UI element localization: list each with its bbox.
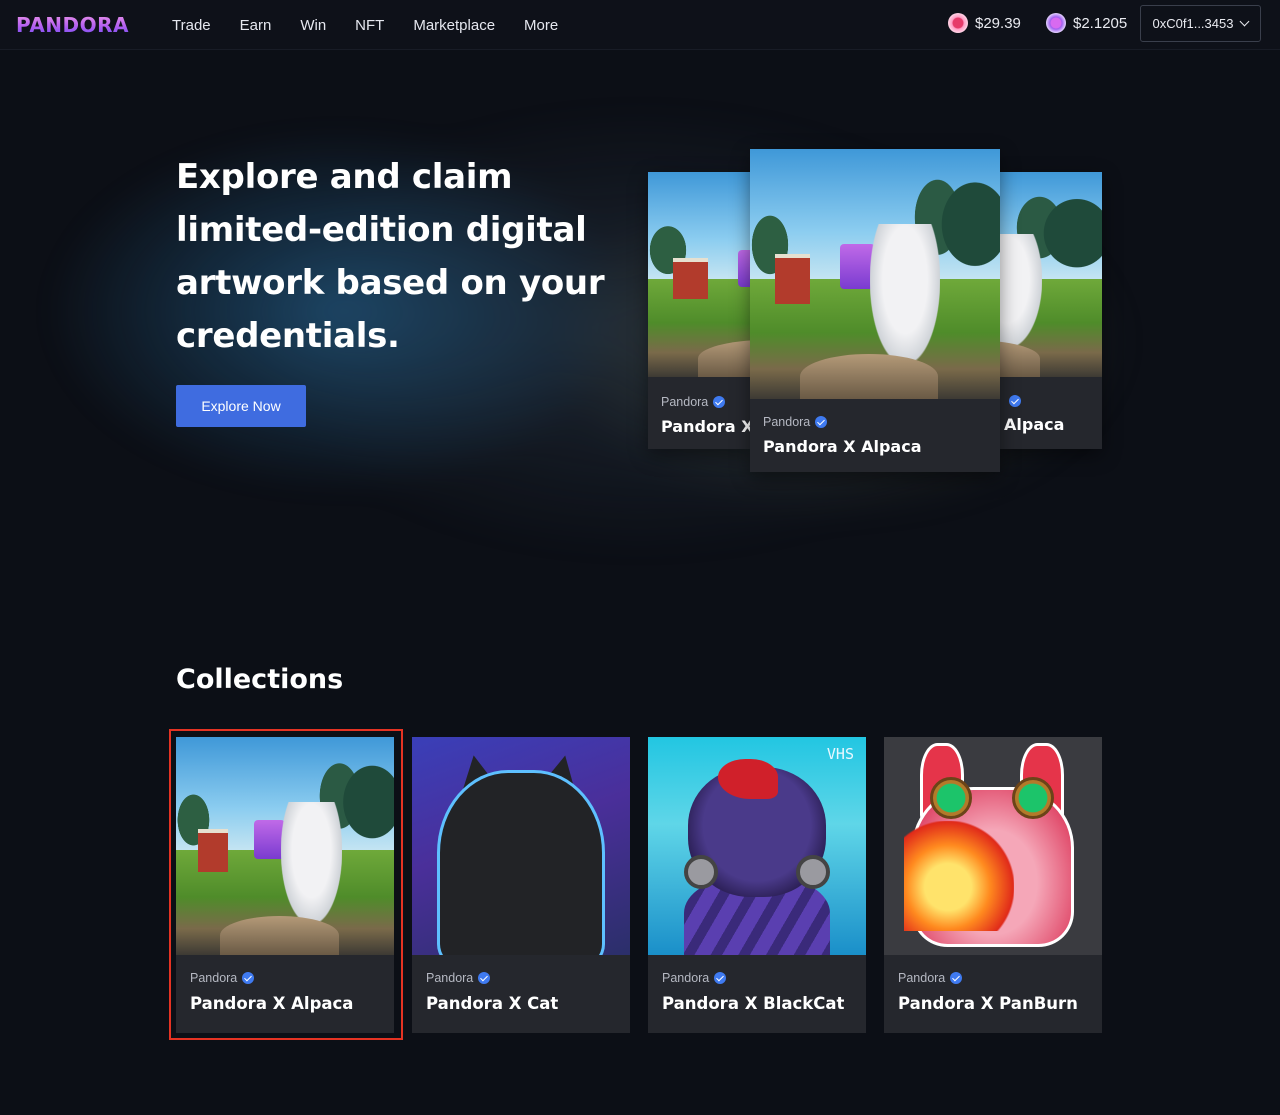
card-title: Pandora X PanBurn	[898, 994, 1078, 1013]
collection-card-blackcat[interactable]: VHS Pandora Pandora X BlackCat	[648, 737, 866, 1033]
card-maker: Pandora	[190, 971, 394, 985]
pandora-logo[interactable]: PANDORA	[16, 12, 129, 38]
pandora-token-price[interactable]: $29.39	[948, 13, 1021, 33]
nav-link-trade[interactable]: Trade	[172, 17, 211, 34]
maker-name: Pandora	[190, 971, 238, 985]
card-title: Pandora X Alpaca	[763, 437, 922, 456]
featured-card-right[interactable]: Alpaca	[998, 172, 1102, 449]
card-maker	[1004, 395, 1102, 407]
pan-token-value: $2.1205	[1073, 14, 1128, 32]
nav-link-marketplace[interactable]: Marketplace	[413, 17, 495, 34]
card-title: Pandora X BlackCat	[662, 994, 845, 1013]
hero-title: Explore and claim limited-edition digita…	[176, 157, 605, 356]
vhs-label: VHS	[826, 745, 854, 763]
explore-now-button[interactable]: Explore Now	[176, 385, 306, 427]
alpaca-artwork-image	[750, 149, 1000, 399]
panburn-artwork-image	[884, 737, 1102, 955]
nav-link-earn[interactable]: Earn	[240, 17, 272, 34]
verified-icon	[242, 972, 255, 984]
cat-silhouette-image	[412, 737, 630, 955]
featured-card-left[interactable]: Pandora Pandora X	[648, 172, 752, 449]
top-navigation: PANDORA Trade Earn Win NFT Marketplace M…	[0, 0, 1280, 50]
verified-icon	[815, 416, 828, 428]
alpaca-artwork-image	[648, 172, 752, 377]
card-title: Pandora X Cat	[426, 994, 559, 1013]
blackcat-artwork-image: VHS	[648, 737, 866, 955]
nav-link-win[interactable]: Win	[300, 17, 326, 34]
card-maker: Pandora	[898, 971, 1102, 985]
hero-section: Explore and claim limited-edition digita…	[0, 51, 1280, 631]
maker-name: Pandora	[661, 395, 709, 409]
alpaca-artwork-image	[176, 737, 394, 955]
collection-card-cat[interactable]: Pandora Pandora X Cat	[412, 737, 630, 1033]
maker-name: Pandora	[426, 971, 474, 985]
chevron-down-icon	[1240, 16, 1250, 27]
card-title: Pandora X Alpaca	[190, 994, 354, 1013]
card-title: Alpaca	[1004, 415, 1065, 434]
card-title: Pandora X	[661, 417, 752, 436]
pandora-token-icon	[948, 13, 968, 33]
logo-text: PANDORA	[16, 13, 130, 37]
collection-card-panburn[interactable]: Pandora Pandora X PanBurn	[884, 737, 1102, 1033]
nav-link-more[interactable]: More	[524, 17, 558, 34]
verified-icon	[714, 972, 727, 984]
nav-links: Trade Earn Win NFT Marketplace More	[172, 0, 587, 50]
card-maker: Pandora	[661, 395, 752, 409]
wallet-button[interactable]: 0xC0f1...3453	[1140, 5, 1261, 42]
card-maker: Pandora	[426, 971, 630, 985]
wallet-address: 0xC0f1...3453	[1152, 16, 1234, 31]
verified-icon	[713, 396, 726, 408]
card-maker: Pandora	[662, 971, 866, 985]
featured-card-center[interactable]: Pandora Pandora X Alpaca	[750, 149, 1000, 472]
pan-token-icon	[1046, 13, 1066, 33]
verified-icon	[1009, 395, 1021, 407]
nav-link-nft[interactable]: NFT	[355, 17, 384, 34]
verified-icon	[478, 972, 491, 984]
pandora-token-value: $29.39	[975, 14, 1021, 32]
alpaca-artwork-image	[998, 172, 1102, 377]
card-maker: Pandora	[763, 415, 1000, 429]
collections-heading: Collections	[176, 664, 344, 695]
maker-name: Pandora	[662, 971, 710, 985]
pan-token-price[interactable]: $2.1205	[1046, 13, 1127, 33]
verified-icon	[950, 972, 963, 984]
collection-card-alpaca[interactable]: Pandora Pandora X Alpaca	[176, 737, 394, 1033]
maker-name: Pandora	[898, 971, 946, 985]
maker-name: Pandora	[763, 415, 811, 429]
